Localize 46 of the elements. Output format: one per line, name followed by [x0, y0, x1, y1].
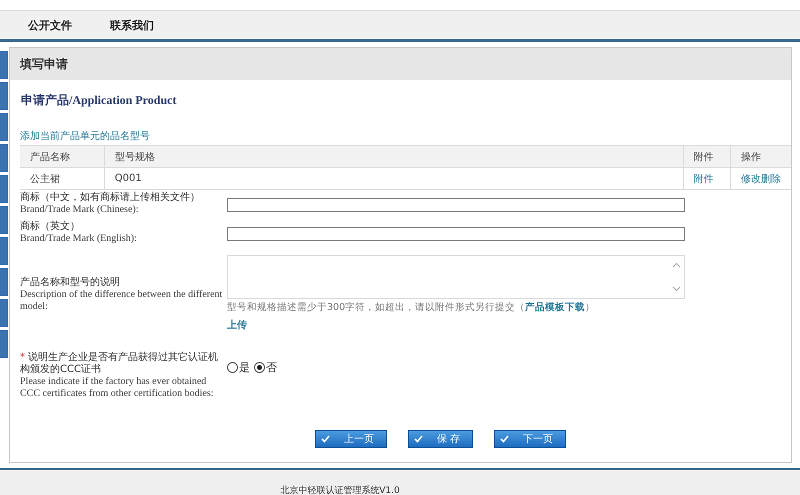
field-label: 商标（英文） Brand/Trade Mark (English):: [20, 221, 138, 245]
sidebar-tab[interactable]: [0, 82, 8, 110]
sidebar-tab[interactable]: [0, 175, 8, 203]
section-title: 申请产品/Application Product: [21, 92, 178, 109]
sidebar-tab[interactable]: [0, 113, 8, 141]
add-model-link[interactable]: 添加当前产品单元的品名型号: [20, 129, 150, 143]
nav-button[interactable]: 保 存: [408, 430, 474, 448]
upload-link[interactable]: 上传: [227, 318, 247, 332]
check-icon: [500, 435, 510, 443]
action-link[interactable]: 修改: [740, 174, 761, 184]
sidebar-tab[interactable]: [0, 268, 8, 296]
column-header: 附件: [683, 146, 730, 168]
template-download-link[interactable]: 产品模板下载: [525, 302, 586, 313]
sidebar-tab[interactable]: [0, 299, 8, 327]
radio-label[interactable]: 否: [266, 360, 277, 375]
nav-link[interactable]: 联系我们: [110, 18, 154, 32]
sidebar-tab[interactable]: [0, 206, 8, 234]
sidebar-tab[interactable]: [0, 51, 8, 79]
attachment-link[interactable]: 附件: [694, 174, 714, 184]
length-hint: 型号和规格描述需少于300字符，如超出，请以附件形式另行提交（产品模板下载）: [227, 301, 596, 314]
table-cell: 公主裙: [20, 168, 104, 190]
check-icon: [320, 435, 330, 443]
nav-button[interactable]: 下一页: [494, 430, 566, 448]
nav-button[interactable]: 上一页: [314, 430, 387, 448]
radio-button[interactable]: [227, 362, 238, 373]
panel-title: 填写申请: [10, 48, 791, 80]
field-label: * 说明生产企业是否有产品获得过其它认证机构颁发的CCC证书 Please indicate if the factory has ever obtained CCC certificates from other certification bodies:: [20, 352, 220, 400]
text-area[interactable]: [227, 255, 685, 299]
table-cell: Q001: [104, 168, 684, 190]
scroll-arrows-icon[interactable]: [672, 262, 681, 292]
column-header: 型号规格: [104, 146, 684, 168]
field-label: 商标（中文，如有商标请上传相关文件） Brand/Trade Mark (Chinese):: [20, 192, 201, 216]
radio-button[interactable]: [254, 362, 265, 373]
sidebar-tab[interactable]: [0, 330, 8, 358]
column-header: 操作: [730, 146, 791, 168]
sidebar-tab[interactable]: [0, 144, 8, 172]
footer-text: 北京中轻联认证管理系统V1.0: [280, 486, 400, 495]
nav-link[interactable]: 公开文件: [28, 18, 72, 32]
text-field[interactable]: [227, 198, 685, 212]
text-field[interactable]: [227, 227, 685, 241]
sidebar-tab[interactable]: [0, 237, 8, 265]
field-label: 产品名称和型号的说明 Description of the difference between the different model:: [20, 277, 224, 313]
column-header: 产品名称: [20, 146, 104, 168]
action-link[interactable]: 删除: [760, 174, 781, 184]
radio-label[interactable]: 是: [239, 360, 250, 375]
check-icon: [414, 435, 423, 443]
